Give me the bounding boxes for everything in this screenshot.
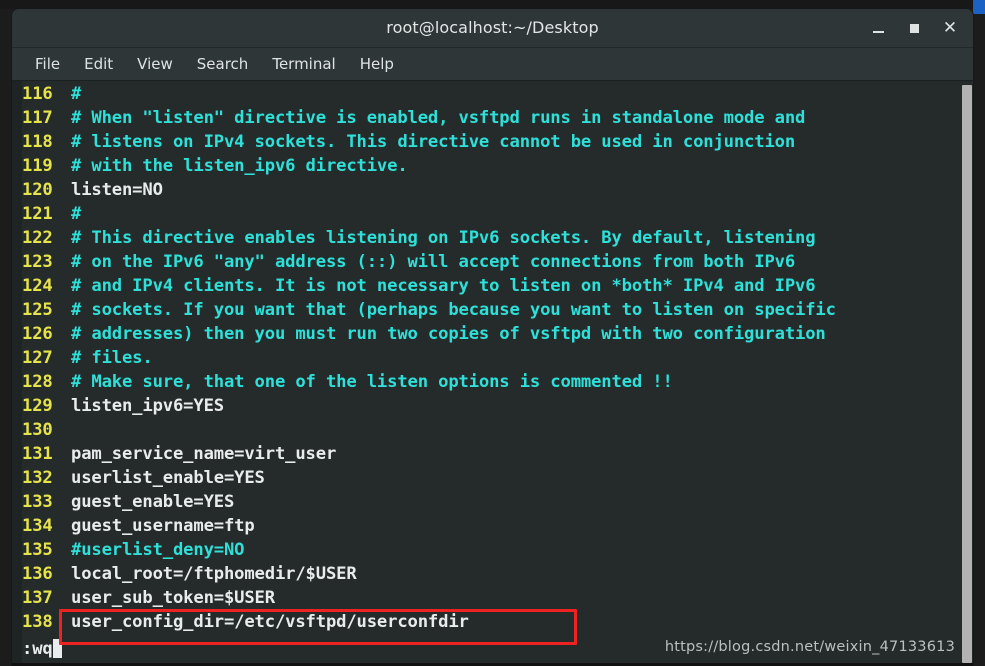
editor-line: 125 # sockets. If you want that (perhaps …	[22, 298, 973, 322]
editor-line: 129 listen_ipv6=YES	[22, 394, 973, 418]
line-text: user_config_dir=/etc/vsftpd/userconfdir	[71, 612, 469, 632]
line-number: 134	[22, 516, 53, 536]
minimize-icon	[872, 31, 884, 33]
close-button[interactable]: ✕	[941, 19, 959, 37]
line-text: local_root=/ftphomedir/$USER	[71, 564, 357, 584]
editor-line: 137 user_sub_token=$USER	[22, 586, 973, 610]
editor-line: 121 #	[22, 202, 973, 226]
desktop-accent-strip	[973, 0, 985, 14]
editor-line: 126 # addresses) then you must run two co…	[22, 322, 973, 346]
editor-line: 120 listen=NO	[22, 178, 973, 202]
menu-item-terminal[interactable]: Terminal	[263, 52, 344, 76]
close-icon: ✕	[942, 17, 958, 38]
window-titlebar[interactable]: root@localhost:~/Desktop ✕	[12, 9, 973, 48]
line-number: 123	[22, 252, 53, 272]
line-text: # files.	[71, 348, 153, 368]
line-number: 129	[22, 396, 53, 416]
maximize-button[interactable]	[905, 19, 923, 37]
line-number: 125	[22, 300, 53, 320]
line-number: 127	[22, 348, 53, 368]
desktop-background-strip	[0, 0, 985, 9]
maximize-icon	[909, 23, 919, 33]
editor-line: 118 # listens on IPv4 sockets. This direc…	[22, 130, 973, 154]
line-text: user_sub_token=$USER	[71, 588, 275, 608]
menu-item-edit[interactable]: Edit	[75, 52, 122, 76]
menu-item-view[interactable]: View	[128, 52, 182, 76]
editor-line: 136 local_root=/ftphomedir/$USER	[22, 562, 973, 586]
window-controls: ✕	[869, 9, 965, 47]
line-text: guest_enable=YES	[71, 492, 235, 512]
line-text: listen=NO	[71, 180, 163, 200]
line-number: 119	[22, 156, 53, 176]
vim-editor-viewport[interactable]: 116 #117 # When "listen" directive is enab…	[22, 81, 973, 666]
editor-line: 122 # This directive enables listening on…	[22, 226, 973, 250]
line-number: 116	[22, 84, 53, 104]
vertical-scrollbar[interactable]	[960, 81, 973, 666]
editor-line: 128 # Make sure, that one of the listen o…	[22, 370, 973, 394]
editor-line: 134 guest_username=ftp	[22, 514, 973, 538]
watermark-text: https://blog.csdn.net/weixin_47133613	[664, 639, 955, 655]
line-text: # sockets. If you want that (perhaps bec…	[71, 300, 836, 320]
line-number: 133	[22, 492, 53, 512]
editor-line: 124 # and IPv4 clients. It is not necessa…	[22, 274, 973, 298]
line-text: # and IPv4 clients. It is not necessary …	[71, 276, 816, 296]
editor-line: 138 user_config_dir=/etc/vsftpd/userconfd…	[22, 610, 973, 634]
line-text: #	[71, 204, 82, 224]
vim-command-line: :wq	[22, 637, 62, 661]
line-number: 124	[22, 276, 53, 296]
menu-item-search[interactable]: Search	[188, 52, 258, 76]
menu-item-help[interactable]: Help	[351, 52, 403, 76]
editor-line: 132 userlist_enable=YES	[22, 466, 973, 490]
line-number: 135	[22, 540, 53, 560]
line-number: 138	[22, 612, 53, 632]
terminal-window: root@localhost:~/Desktop ✕ File Edit Vie…	[12, 9, 973, 666]
line-number: 136	[22, 564, 53, 584]
minimize-button[interactable]	[869, 19, 887, 37]
line-text: # When "listen" directive is enabled, vs…	[71, 108, 806, 128]
editor-line: 119 # with the listen_ipv6 directive.	[22, 154, 973, 178]
editor-line: 127 # files.	[22, 346, 973, 370]
line-number: 121	[22, 204, 53, 224]
menubar: File Edit View Search Terminal Help	[12, 48, 973, 81]
editor-line: 116 #	[22, 82, 973, 106]
editor-line: 135 #userlist_deny=NO	[22, 538, 973, 562]
terminal-body: 116 #117 # When "listen" directive is enab…	[12, 81, 973, 666]
line-number: 128	[22, 372, 53, 392]
line-number: 137	[22, 588, 53, 608]
line-text: # Make sure, that one of the listen opti…	[71, 372, 673, 392]
editor-line: 133 guest_enable=YES	[22, 490, 973, 514]
line-text: userlist_enable=YES	[71, 468, 265, 488]
terminal-left-edge	[12, 81, 22, 666]
line-text: listen_ipv6=YES	[71, 396, 224, 416]
line-number: 117	[22, 108, 53, 128]
line-text: # listens on IPv4 sockets. This directiv…	[71, 132, 796, 152]
line-number: 132	[22, 468, 53, 488]
line-number: 118	[22, 132, 53, 152]
line-text: guest_username=ftp	[71, 516, 255, 536]
line-text: #userlist_deny=NO	[71, 540, 245, 560]
text-cursor	[52, 639, 62, 658]
line-number: 126	[22, 324, 53, 344]
line-text: #	[71, 84, 82, 104]
line-text: # on the IPv6 "any" address (::) will ac…	[71, 252, 796, 272]
editor-line: 131 pam_service_name=virt_user	[22, 442, 973, 466]
screen: root@localhost:~/Desktop ✕ File Edit Vie…	[0, 0, 985, 666]
line-text: pam_service_name=virt_user	[71, 444, 337, 464]
scrollbar-thumb[interactable]	[962, 85, 972, 663]
line-text: # This directive enables listening on IP…	[71, 228, 816, 248]
editor-line: 130	[22, 418, 973, 442]
line-text: # addresses) then you must run two copie…	[71, 324, 826, 344]
line-number: 120	[22, 180, 53, 200]
editor-line: 123 # on the IPv6 "any" address (::) will…	[22, 250, 973, 274]
editor-line: 117 # When "listen" directive is enabled,…	[22, 106, 973, 130]
window-title: root@localhost:~/Desktop	[386, 18, 599, 37]
menu-item-file[interactable]: File	[26, 52, 69, 76]
line-number: 130	[22, 420, 53, 440]
line-number: 131	[22, 444, 53, 464]
vim-command-text: :wq	[22, 639, 53, 659]
line-number: 122	[22, 228, 53, 248]
line-text: # with the listen_ipv6 directive.	[71, 156, 408, 176]
